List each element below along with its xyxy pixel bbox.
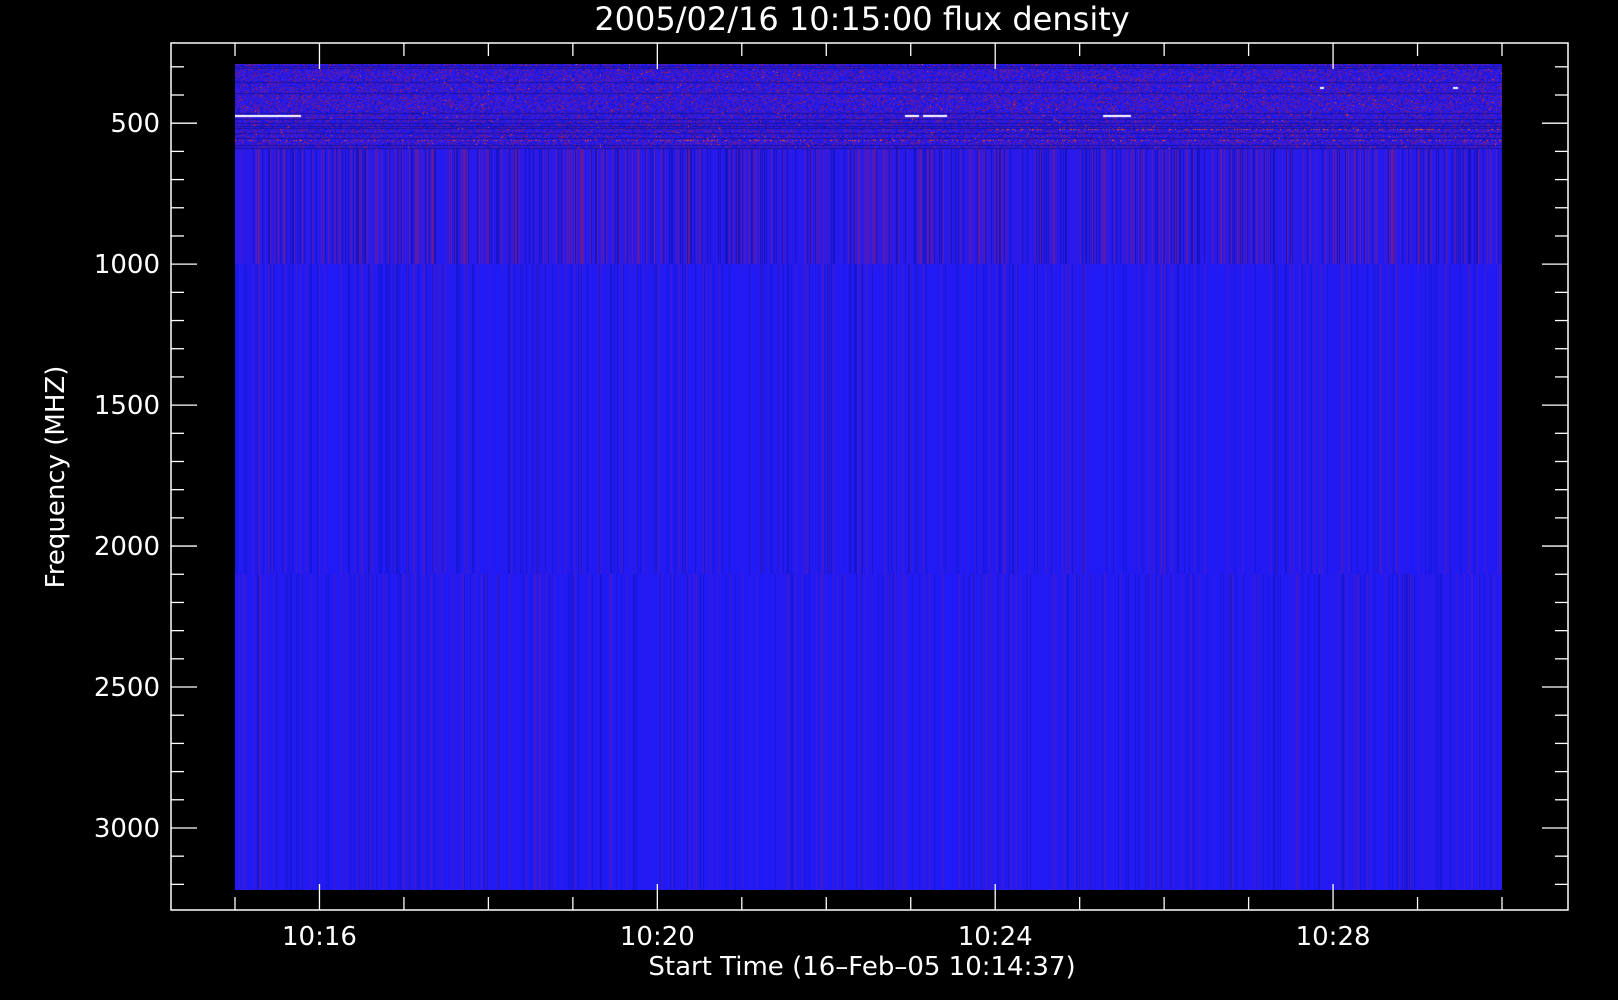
y-tick-label: 3000 — [94, 814, 160, 844]
y-tick-label: 1000 — [94, 250, 160, 280]
x-tick-label: 10:20 — [620, 922, 695, 952]
spectrogram-image — [235, 64, 1502, 890]
x-tick-label: 10:28 — [1296, 922, 1371, 952]
y-tick-label: 500 — [110, 109, 160, 139]
x-axis-label: Start Time (16–Feb–05 10:14:37) — [648, 952, 1075, 982]
spectrogram-chart: 2005/02/16 10:15:00 flux density 10:16 10… — [0, 0, 1618, 1000]
x-tick-label: 10:24 — [958, 922, 1033, 952]
y-tick-label: 2000 — [94, 532, 160, 562]
y-tick-label: 2500 — [94, 673, 160, 703]
y-tick-label: 1500 — [94, 391, 160, 421]
x-tick-label: 10:16 — [282, 922, 357, 952]
chart-title: 2005/02/16 10:15:00 flux density — [594, 0, 1129, 38]
heatmap-image — [235, 64, 1502, 890]
y-axis-label: Frequency (MHZ) — [41, 366, 71, 589]
